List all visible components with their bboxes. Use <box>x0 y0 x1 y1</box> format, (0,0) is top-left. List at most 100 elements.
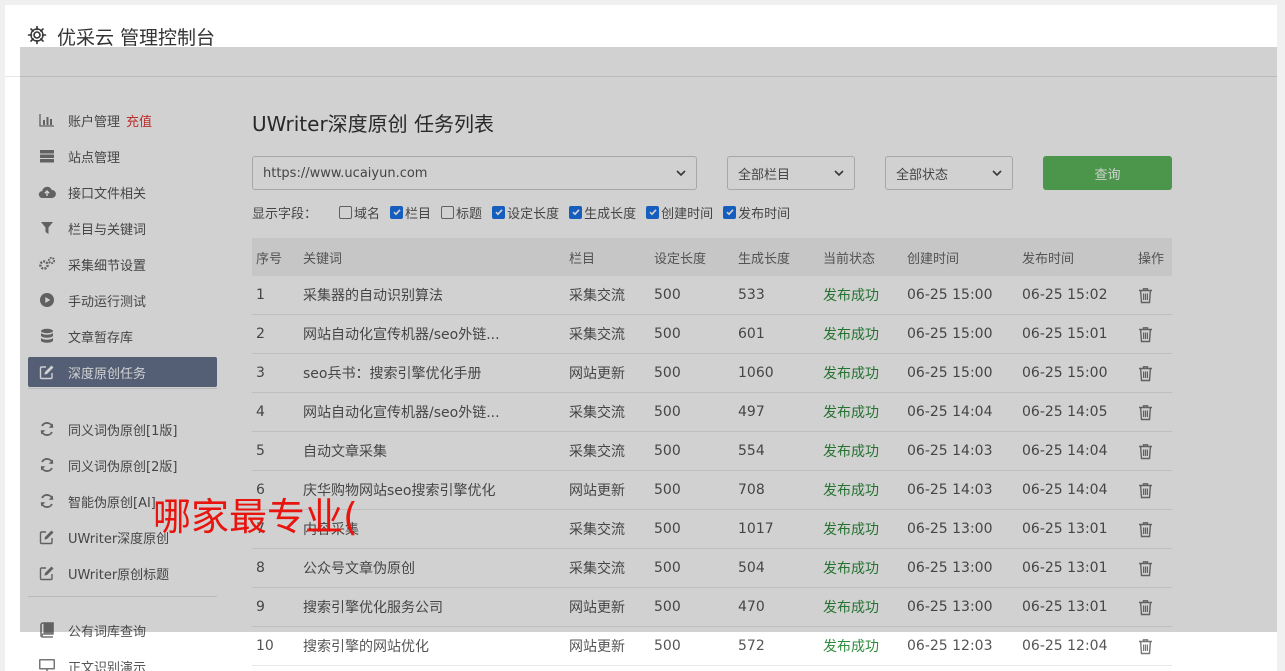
page-title: UWriter深度原创 任务列表 <box>252 112 495 136</box>
trash-icon[interactable] <box>1138 471 1172 509</box>
row-created: 06-25 14:04 <box>907 404 993 420</box>
field-checkbox[interactable]: 生成长度 <box>569 203 636 222</box>
sidebar-item[interactable]: 采集细节设置 <box>28 249 217 279</box>
edit-icon <box>38 363 56 381</box>
row-set-length: 500 <box>654 404 681 420</box>
sidebar-item-label: 栏目与关键词 <box>68 222 147 238</box>
trash-icon[interactable] <box>1138 510 1172 548</box>
field-checkbox[interactable]: 设定长度 <box>492 203 559 222</box>
row-published: 06-25 15:01 <box>1022 326 1108 342</box>
table-row: 3 seo兵书：搜索引擎优化手册 网站更新 500 1060 发布成功 06-25 15:0… <box>252 354 1172 393</box>
checkbox-checked-icon <box>569 205 583 219</box>
row-published: 06-25 13:01 <box>1022 599 1108 615</box>
sidebar-item[interactable]: 栏目与关键词 <box>28 213 217 243</box>
row-column: 采集交流 <box>569 561 625 577</box>
row-published: 06-25 12:04 <box>1022 638 1108 654</box>
row-status: 发布成功 <box>823 522 879 538</box>
row-published: 06-25 13:01 <box>1022 560 1108 576</box>
sidebar-item[interactable]: 文章暂存库 <box>28 321 217 351</box>
row-gen-length: 708 <box>738 482 765 498</box>
sidebar: 账户管理 充值 站点管理接口文件相关栏目与关键词采集细节设置 手动运行测试文章暂存库深… <box>5 77 235 671</box>
filter-icon <box>38 219 56 237</box>
recharge-link[interactable]: 充值 <box>126 111 152 130</box>
trash-icon[interactable] <box>1138 588 1172 626</box>
sidebar-item[interactable]: UWriter原创标题 <box>28 558 217 588</box>
trash-icon[interactable] <box>1138 432 1172 470</box>
app-window: 优采云 管理控制台 账户管理 充值 站点管理接口文件相关栏目与关键词采集细节设置 手动… <box>5 5 1277 671</box>
refresh-icon <box>38 456 56 474</box>
trash-icon[interactable] <box>1138 393 1172 431</box>
checkbox-checked-icon <box>646 205 660 219</box>
row-gen-length: 504 <box>738 560 765 576</box>
row-index: 4 <box>256 404 265 420</box>
row-status: 发布成功 <box>823 600 879 616</box>
sidebar-item[interactable]: 账户管理 充值 <box>28 105 217 135</box>
column-select[interactable]: 全部栏目 <box>727 156 855 190</box>
field-checkbox[interactable]: 栏目 <box>390 203 431 222</box>
row-keyword[interactable]: 公众号文章伪原创 <box>303 549 563 587</box>
sidebar-item-label: 深度原创任务 <box>68 366 147 382</box>
query-button[interactable]: 查询 <box>1043 156 1172 190</box>
gears-icon <box>38 255 56 273</box>
checkbox-empty-icon <box>441 205 455 219</box>
field-checkbox[interactable]: 域名 <box>339 203 380 222</box>
table-row: 5 自动文章采集 采集交流 500 554 发布成功 06-25 14:03 06-25 14… <box>252 432 1172 471</box>
trash-icon[interactable] <box>1138 627 1172 665</box>
row-column: 网站更新 <box>569 366 625 382</box>
row-keyword[interactable]: 搜索引擎优化服务公司 <box>303 588 563 626</box>
refresh-icon <box>38 492 56 510</box>
row-status: 发布成功 <box>823 561 879 577</box>
row-created: 06-25 13:00 <box>907 560 993 576</box>
sidebar-divider <box>28 388 217 389</box>
row-keyword[interactable]: 网站自动化宣传机器/seo外链... <box>303 393 563 431</box>
monitor-icon <box>38 657 56 671</box>
task-table: 序号 关键词 栏目 设定长度 生成长度 当前状态 创建时间 发布时间 操作 1 采集器的自动识别算… <box>252 238 1172 666</box>
row-keyword[interactable]: 自动文章采集 <box>303 432 563 470</box>
column-header: 栏目 <box>569 251 596 267</box>
sidebar-item[interactable]: 手动运行测试 <box>28 285 217 315</box>
gear-icon <box>27 25 47 45</box>
row-created: 06-25 12:03 <box>907 638 993 654</box>
row-keyword[interactable]: 搜索引擎的网站优化 <box>303 627 563 665</box>
row-column: 采集交流 <box>569 327 625 343</box>
status-select[interactable]: 全部状态 <box>885 156 1013 190</box>
app-title: 优采云 管理控制台 <box>57 27 216 49</box>
row-set-length: 500 <box>654 560 681 576</box>
sidebar-item-label: 文章暂存库 <box>68 330 134 346</box>
sidebar-item[interactable]: 深度原创任务 <box>28 357 217 387</box>
sidebar-item[interactable]: 公有词库查询 <box>28 615 217 645</box>
sidebar-item-label: 同义词伪原创[1版] <box>68 423 178 439</box>
row-index: 8 <box>256 560 265 576</box>
trash-icon[interactable] <box>1138 276 1172 314</box>
sidebar-item[interactable]: 接口文件相关 <box>28 177 217 207</box>
field-checkbox[interactable]: 发布时间 <box>723 203 790 222</box>
row-keyword[interactable]: 网站自动化宣传机器/seo外链... <box>303 315 563 353</box>
trash-icon[interactable] <box>1138 315 1172 353</box>
field-checkbox[interactable]: 创建时间 <box>646 203 713 222</box>
field-checkbox-label: 设定长度 <box>507 206 560 222</box>
row-keyword[interactable]: 采集器的自动识别算法 <box>303 276 563 314</box>
trash-icon[interactable] <box>1138 354 1172 392</box>
field-checkbox-label: 标题 <box>456 206 483 222</box>
column-select-value: 全部栏目 <box>738 167 791 183</box>
table-row: 6 庆华购物网站seo搜索引擎优化 网站更新 500 708 发布成功 06-25 14:0… <box>252 471 1172 510</box>
row-status: 发布成功 <box>823 639 879 655</box>
row-column: 采集交流 <box>569 444 625 460</box>
table-row: 4 网站自动化宣传机器/seo外链... 采集交流 500 497 发布成功 06-25 1… <box>252 393 1172 432</box>
sidebar-item[interactable]: 正文识别演示 <box>28 651 217 671</box>
chevron-down-icon <box>676 170 686 177</box>
sidebar-item[interactable]: 同义词伪原创[2版] <box>28 450 217 480</box>
site-select[interactable]: https://www.ucaiyun.com <box>252 156 697 190</box>
sidebar-item[interactable]: 同义词伪原创[1版] <box>28 414 217 444</box>
row-set-length: 500 <box>654 482 681 498</box>
row-status: 发布成功 <box>823 444 879 460</box>
row-column: 采集交流 <box>569 288 625 304</box>
server-icon <box>38 147 56 165</box>
trash-icon[interactable] <box>1138 549 1172 587</box>
field-checkbox-label: 域名 <box>354 206 381 222</box>
field-checkbox[interactable]: 标题 <box>441 203 482 222</box>
sidebar-item-label: 智能伪原创[AI] <box>68 495 156 511</box>
row-set-length: 500 <box>654 638 681 654</box>
row-keyword[interactable]: seo兵书：搜索引擎优化手册 <box>303 354 563 392</box>
sidebar-item[interactable]: 站点管理 <box>28 141 217 171</box>
